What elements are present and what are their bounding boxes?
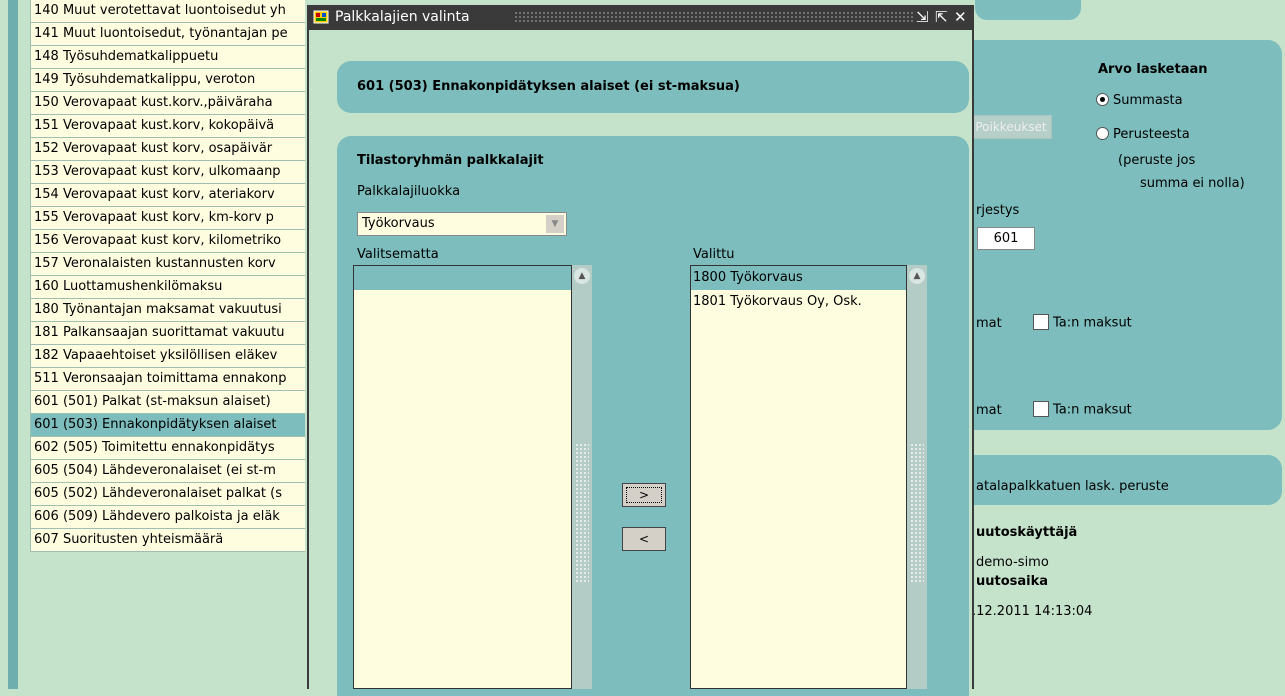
list-item[interactable]: 182 Vapaaehtoiset yksilöllisen eläkev bbox=[30, 345, 305, 368]
list-item[interactable]: 149 Työsuhdematkalippu, veroton bbox=[30, 69, 305, 92]
row2-check-label: Ta:n maksut bbox=[1053, 402, 1132, 418]
row1-check-label: Ta:n maksut bbox=[1053, 315, 1132, 331]
checkbox-icon[interactable] bbox=[1033, 401, 1049, 417]
dialog-header: 601 (503) Ennakonpidätyksen alaiset (ei … bbox=[357, 79, 740, 94]
checkbox-icon[interactable] bbox=[1033, 314, 1049, 330]
low-pay-label: atalapalkkatuen lask. peruste bbox=[976, 479, 1169, 494]
list-item[interactable]: 154 Verovapaat kust korv, ateriakorv bbox=[30, 184, 305, 207]
row1-label: mat bbox=[976, 316, 1002, 331]
add-button[interactable]: > bbox=[622, 483, 666, 507]
titlebar-texture bbox=[514, 11, 914, 24]
list-item[interactable]: 155 Verovapaat kust korv, km-korv p bbox=[30, 207, 305, 230]
row2-checkbox[interactable]: Ta:n maksut bbox=[1033, 401, 1132, 418]
list-item[interactable]: 181 Palkansaajan suorittamat vakuutu bbox=[30, 322, 305, 345]
changed-at-label: uutosaika bbox=[976, 574, 1049, 589]
left-edge bbox=[0, 0, 30, 689]
list-item[interactable]: 180 Työnantajan maksamat vakuutusi bbox=[30, 299, 305, 322]
category-select[interactable]: Työkorvaus ▼ bbox=[357, 212, 567, 236]
base-note-1: (peruste jos bbox=[1118, 153, 1196, 168]
list-item[interactable]: 607 Suoritusten yhteismäärä bbox=[30, 529, 305, 552]
list-item[interactable]: 140 Muut verotettavat luontoisedut yh bbox=[30, 0, 305, 23]
changed-at-value: .12.2011 14:13:04 bbox=[972, 604, 1093, 619]
radio-base-label: Perusteesta bbox=[1113, 127, 1190, 142]
list-item[interactable]: 605 (502) Lähdeveronalaiset palkat (s bbox=[30, 483, 305, 506]
list-item[interactable]: 148 Työsuhdematkalippuetu bbox=[30, 46, 305, 69]
radio-sum-label: Summasta bbox=[1113, 93, 1183, 108]
section-title: Tilastoryhmän palkkalajit bbox=[357, 153, 544, 168]
left-edge-bar bbox=[8, 0, 18, 689]
category-label: Palkkalajiluokka bbox=[357, 184, 461, 199]
list-item[interactable]: 150 Verovapaat kust.korv.,päiväraha bbox=[30, 92, 305, 115]
remove-button[interactable]: < bbox=[622, 527, 666, 551]
list-item[interactable]: 160 Luottamushenkilömaksu bbox=[30, 276, 305, 299]
list-item[interactable]: 156 Verovapaat kust korv, kilometriko bbox=[30, 230, 305, 253]
radio-sum[interactable]: Summasta bbox=[1096, 93, 1183, 108]
selected-listbox[interactable]: 1800 Työkorvaus 1801 Työkorvaus Oy, Osk. bbox=[690, 265, 907, 689]
list-item[interactable]: 511 Veronsaajan toimittama ennakonp bbox=[30, 368, 305, 391]
list-item[interactable]: 1801 Työkorvaus Oy, Osk. bbox=[691, 290, 906, 314]
header-panel: 601 (503) Ennakonpidätyksen alaiset (ei … bbox=[337, 61, 969, 113]
maximize-icon[interactable]: ⇱ bbox=[935, 5, 948, 30]
calc-title: Arvo lasketaan bbox=[1098, 62, 1208, 77]
scroll-up-icon[interactable]: ▲ bbox=[909, 268, 925, 284]
minimize-icon[interactable]: ⇲ bbox=[916, 5, 929, 30]
list-item[interactable]: 606 (509) Lähdevero palkoista ja eläk bbox=[30, 506, 305, 529]
unselected-label: Valitsematta bbox=[357, 247, 439, 262]
changed-by-label: uutoskäyttäjä bbox=[976, 525, 1078, 540]
order-input[interactable]: 601 bbox=[977, 227, 1035, 250]
changed-by-value: demo-simo bbox=[976, 555, 1049, 570]
chevron-down-icon[interactable]: ▼ bbox=[546, 215, 564, 233]
list-item[interactable]: 152 Verovapaat kust korv, osapäivär bbox=[30, 138, 305, 161]
scroll-up-icon[interactable]: ▲ bbox=[574, 268, 590, 284]
selected-scrollbar[interactable]: ▲ bbox=[907, 265, 927, 689]
list-item[interactable] bbox=[354, 266, 571, 290]
list-item[interactable]: 605 (504) Lähdeveronalaiset (ei st-m bbox=[30, 460, 305, 483]
base-note-2: summa ei nolla) bbox=[1140, 176, 1245, 191]
list-item[interactable]: 1800 Työkorvaus bbox=[691, 266, 906, 290]
selected-label: Valittu bbox=[693, 247, 735, 262]
list-item[interactable]: 601 (503) Ennakonpidätyksen alaiset bbox=[30, 414, 305, 437]
unselected-listbox[interactable] bbox=[353, 265, 572, 689]
radio-base[interactable]: Perusteesta bbox=[1096, 127, 1190, 142]
list-item[interactable]: 602 (505) Toimitettu ennakonpidätys bbox=[30, 437, 305, 460]
row1-checkbox[interactable]: Ta:n maksut bbox=[1033, 314, 1132, 331]
add-button-label: > bbox=[638, 488, 650, 502]
radio-base-icon[interactable] bbox=[1096, 127, 1109, 140]
list-item[interactable]: 153 Verovapaat kust korv, ulkomaanp bbox=[30, 161, 305, 184]
dialog-title: Palkkalajien valinta bbox=[335, 9, 470, 25]
scroll-grip[interactable] bbox=[575, 443, 589, 583]
pay-type-selection-dialog: Palkkalajien valinta ⇲ ⇱ ✕ 601 (503) Enn… bbox=[307, 5, 974, 696]
radio-sum-icon[interactable] bbox=[1096, 93, 1109, 106]
category-value: Työkorvaus bbox=[362, 216, 435, 231]
list-item[interactable]: 141 Muut luontoisedut, työnantajan pe bbox=[30, 23, 305, 46]
right-top-panel bbox=[975, 0, 1081, 20]
app-icon bbox=[313, 10, 329, 24]
scroll-grip[interactable] bbox=[910, 443, 924, 583]
pay-type-list[interactable]: 140 Muut verotettavat luontoisedut yh 141… bbox=[30, 0, 305, 689]
row2-label: mat bbox=[976, 403, 1002, 418]
close-icon[interactable]: ✕ bbox=[954, 5, 967, 30]
dialog-titlebar[interactable]: Palkkalajien valinta ⇲ ⇱ ✕ bbox=[309, 5, 972, 30]
remove-button-label: < bbox=[638, 532, 650, 546]
unselected-scrollbar[interactable]: ▲ bbox=[572, 265, 592, 689]
list-item[interactable]: 601 (501) Palkat (st-maksun alaiset) bbox=[30, 391, 305, 414]
order-label: rjestys bbox=[976, 203, 1020, 218]
list-item[interactable]: 151 Verovapaat kust.korv, kokopäivä bbox=[30, 115, 305, 138]
exceptions-button[interactable]: Poikkeukset bbox=[970, 115, 1052, 139]
list-item[interactable]: 157 Veronalaisten kustannusten korv bbox=[30, 253, 305, 276]
